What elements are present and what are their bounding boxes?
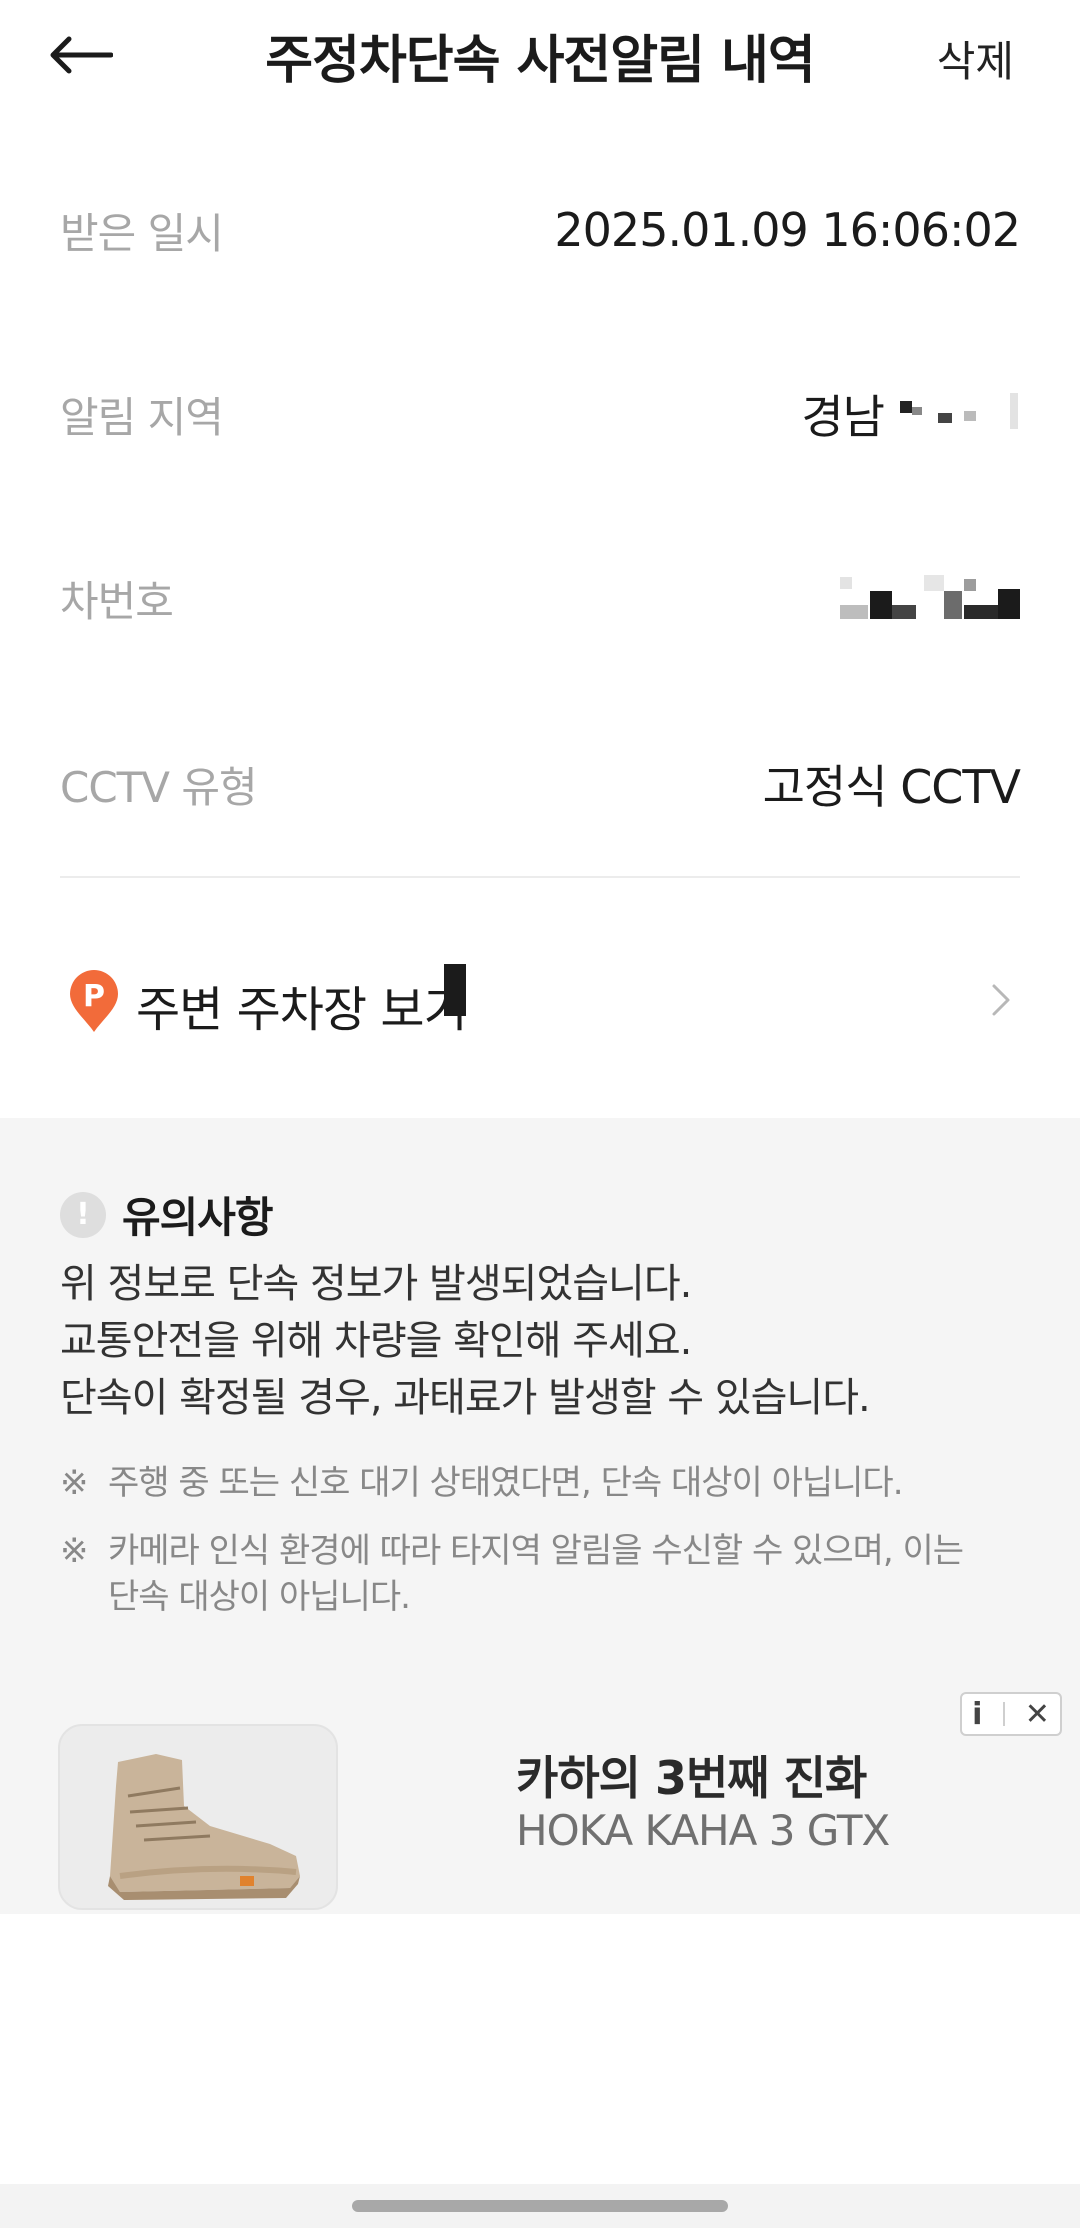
boot-image [108, 1754, 300, 1900]
section-divider [60, 876, 1020, 878]
plate-number-value [826, 575, 1020, 621]
alert-region-label: 알림 지역 [60, 392, 224, 442]
footnote: ※ 주행 중 또는 신호 대기 상태였다면, 단속 대상이 아닙니다. [60, 1460, 1020, 1506]
notice-line: 위 정보로 단속 정보가 발생되었습니다. [60, 1261, 692, 1307]
alert-region-value: 경남 [801, 390, 885, 444]
footnote-text: 카메라 인식 환경에 따라 타지역 알림을 수신할 수 있으며, 이는 단속 대… [108, 1531, 964, 1617]
masked-plate-number [840, 575, 1020, 621]
plate-number-label: 차번호 [60, 576, 174, 626]
ad-banner[interactable]: i ✕ 카하의 3번째 진화 HOKA KAHA 3 GTX [0, 1670, 1080, 1910]
page-title: 주정차단속 사전알림 내역 [265, 31, 815, 91]
delete-button[interactable]: 삭제 [937, 28, 1014, 89]
nearby-parking-button[interactable]: P 주변 주차장 보기 [0, 940, 1080, 1060]
alert-region-value-wrap: 경남 [801, 381, 1020, 447]
notice-title: 유의사항 [122, 1193, 274, 1242]
ad-badge-divider [1002, 1702, 1005, 1726]
cctv-type-row: CCTV 유형 고정식 CCTV [60, 744, 1021, 824]
received-time-value: 2025.01.09 16:06:02 [554, 203, 1021, 257]
chevron-right-icon [992, 984, 1010, 1016]
back-button[interactable] [40, 22, 120, 88]
masked-region-detail [898, 391, 1020, 437]
reference-mark: ※ [60, 1531, 89, 1571]
text-cursor-block [444, 964, 466, 1016]
app-header: 주정차단속 사전알림 내역 삭제 [0, 0, 1080, 116]
cctv-type-value: 고정식 CCTV [762, 760, 1021, 814]
alert-region-row: 알림 지역 경남 [60, 374, 1020, 454]
notice-line: 단속이 확정될 경우, 과태료가 발생할 수 있습니다. [60, 1375, 871, 1421]
ad-info-icon[interactable]: i [972, 1697, 982, 1732]
notice-body: 위 정보로 단속 정보가 발생되었습니다. 교통안전을 위해 차량을 확인해 주… [60, 1256, 1020, 1427]
notice-line: 교통안전을 위해 차량을 확인해 주세요. [60, 1318, 692, 1364]
reference-mark: ※ [60, 1463, 89, 1503]
received-time-row: 받은 일시 2025.01.09 16:06:02 [60, 190, 1021, 270]
alert-icon: ! [60, 1191, 106, 1238]
nearby-parking-label: 주변 주차장 보기 [136, 982, 468, 1038]
ad-badge[interactable]: i ✕ [960, 1692, 1062, 1736]
plate-number-row: 차번호 [60, 558, 1020, 638]
footnote: ※ 카메라 인식 환경에 따라 타지역 알림을 수신할 수 있으며, 이는 단속… [60, 1528, 1020, 1620]
notice-section: ! 유의사항 위 정보로 단속 정보가 발생되었습니다. 교통안전을 위해 차량… [0, 1118, 1080, 1914]
parking-pin-icon: P [70, 970, 118, 1032]
notice-header: ! 유의사항 [60, 1184, 274, 1245]
ad-title: 카하의 3번째 진화 [516, 1751, 867, 1805]
svg-text:P: P [83, 979, 105, 1014]
arrow-left-icon [50, 36, 113, 74]
footnote-text: 주행 중 또는 신호 대기 상태였다면, 단속 대상이 아닙니다. [108, 1463, 904, 1503]
home-indicator[interactable] [352, 2200, 728, 2212]
ad-product-image [58, 1724, 338, 1910]
cctv-type-label: CCTV 유형 [60, 762, 258, 812]
ad-subtitle: HOKA KAHA 3 GTX [516, 1806, 890, 1855]
received-time-label: 받은 일시 [60, 208, 224, 258]
close-icon[interactable]: ✕ [1025, 1697, 1050, 1732]
